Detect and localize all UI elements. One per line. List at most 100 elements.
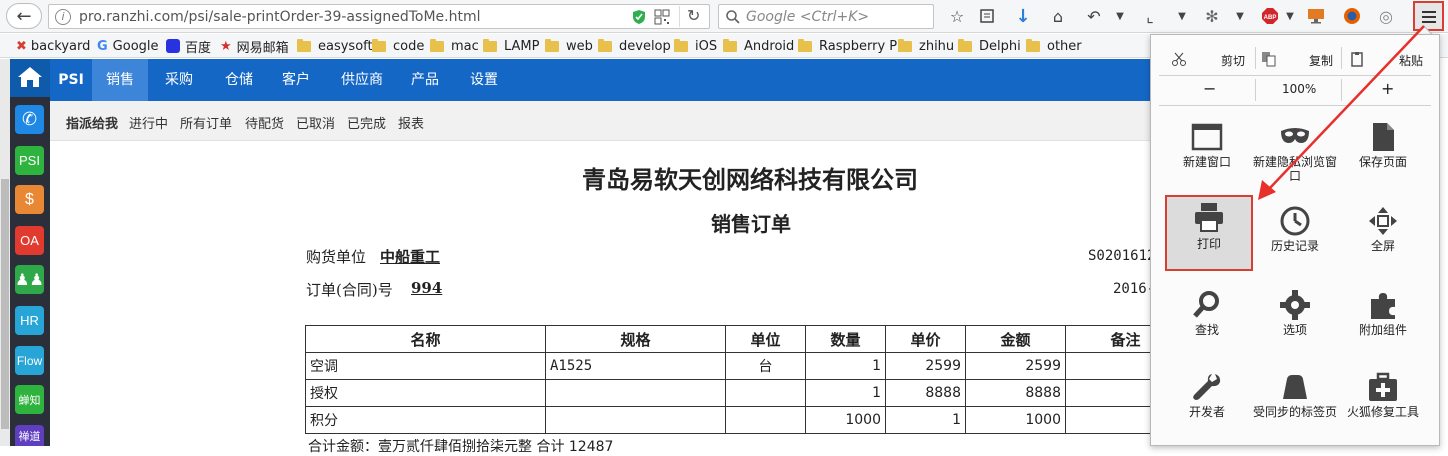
shield-icon[interactable] <box>631 9 647 25</box>
nav-settings[interactable]: 设置 <box>459 59 509 101</box>
total-row: 合计金额：壹万贰仟肆佰捌拾柒元整 合计 12487 <box>308 439 614 455</box>
bookmark-folder[interactable]: code <box>372 38 424 54</box>
nav-storage[interactable]: 仓储 <box>214 59 264 101</box>
cell-price: 8888 <box>885 379 966 407</box>
search-bar[interactable]: Google <Ctrl+K> <box>718 4 934 29</box>
info-icon[interactable]: i <box>55 9 71 25</box>
reading-list-icon[interactable] <box>975 4 999 28</box>
chevron-down-icon[interactable]: ▼ <box>1170 4 1194 28</box>
crop-icon[interactable]: ⌞ <box>1138 4 1162 28</box>
nav-product[interactable]: 产品 <box>400 59 450 101</box>
bookmark-folder[interactable]: other <box>1026 38 1082 54</box>
print-button[interactable]: 打印 <box>1165 195 1253 271</box>
bookmark-star-icon[interactable]: ☆ <box>945 4 969 28</box>
open-menu-button[interactable] <box>1413 1 1444 31</box>
chevron-down-icon[interactable]: ▼ <box>1108 4 1132 28</box>
new-window-button[interactable]: 新建窗口 <box>1163 115 1251 195</box>
zoom-in-button[interactable]: + <box>1381 79 1394 98</box>
oa-app-button[interactable]: OA <box>15 226 44 255</box>
reload-icon[interactable]: ↻ <box>687 6 700 25</box>
subnav-pending-delivery[interactable]: 待配货 <box>245 113 284 132</box>
folder-icon <box>430 38 444 52</box>
bookmark-item[interactable]: G Google <box>97 38 159 54</box>
nav-purchase[interactable]: 采购 <box>154 59 204 101</box>
order-number: S0201612 <box>1088 248 1156 264</box>
folder-icon <box>598 38 612 52</box>
chevron-down-icon[interactable]: ▼ <box>1278 4 1302 28</box>
home-icon[interactable]: ⌂ <box>1046 4 1070 28</box>
private-window-button[interactable]: 新建隐私浏览窗口 <box>1251 115 1339 195</box>
bookmark-item[interactable]: ★ 网易邮箱 <box>220 38 289 56</box>
addons-button[interactable]: 附加组件 <box>1339 283 1427 363</box>
cut-button[interactable]: 剪切 <box>1221 52 1245 69</box>
crm-app-button[interactable]: ♟♟ <box>15 265 44 294</box>
bookmark-folder[interactable]: Android <box>723 38 794 54</box>
target-icon[interactable]: ◎ <box>1374 4 1398 28</box>
bookmark-folder[interactable]: zhihu <box>898 38 954 54</box>
find-button[interactable]: 查找 <box>1163 283 1251 363</box>
page-scrollbar[interactable] <box>0 59 10 446</box>
subnav-report[interactable]: 报表 <box>398 113 424 132</box>
bookmark-folder[interactable]: LAMP <box>483 38 540 54</box>
home-button[interactable] <box>10 59 50 97</box>
subnav-finished[interactable]: 已完成 <box>347 113 386 132</box>
bookmark-folder[interactable]: mac <box>430 38 479 54</box>
cell-unit <box>725 379 806 407</box>
monitor-icon[interactable] <box>1304 4 1328 28</box>
download-icon[interactable]: ↓ <box>1011 4 1035 28</box>
bookmark-folder[interactable]: web <box>545 38 593 54</box>
options-button[interactable]: 选项 <box>1251 283 1339 363</box>
bookmark-folder[interactable]: iOS <box>674 38 717 54</box>
zoom-out-button[interactable]: − <box>1203 79 1216 98</box>
cell-qty: 1 <box>805 379 886 407</box>
zentao-app-button[interactable]: 禅道 <box>15 425 44 446</box>
extension-icon[interactable]: ✻ <box>1200 4 1224 28</box>
synced-tabs-button[interactable]: 受同步的标签页 <box>1251 365 1339 445</box>
folder-icon <box>545 38 559 52</box>
nav-customer[interactable]: 客户 <box>271 59 321 101</box>
browser-toolbar: ← i pro.ranzhi.com/psi/sale-printOrder-3… <box>0 0 1448 33</box>
copy-button[interactable]: 复制 <box>1309 52 1333 69</box>
chevron-down-icon[interactable]: ▼ <box>1228 4 1252 28</box>
folder-icon <box>1026 38 1040 52</box>
team-icon: ♟♟ <box>15 271 44 289</box>
back-button[interactable]: ← <box>6 3 42 29</box>
bookmark-folder[interactable]: easysoft <box>297 38 373 54</box>
subnav-all-orders[interactable]: 所有订单 <box>180 113 232 132</box>
subnav-in-progress[interactable]: 进行中 <box>129 113 168 132</box>
save-page-button[interactable]: 保存页面 <box>1339 115 1427 195</box>
firefox-icon[interactable] <box>1340 4 1364 28</box>
table-row: 空调 A1525 台 1 2599 2599 <box>305 352 1186 380</box>
zoom-reset-button[interactable]: 100% <box>1282 82 1316 96</box>
firefox-repair-button[interactable]: 火狐修复工具 <box>1339 365 1427 445</box>
nav-supplier[interactable]: 供应商 <box>332 59 392 101</box>
cash-app-button[interactable]: $ <box>15 185 44 214</box>
bookmark-item[interactable]: ✖ backyard <box>16 38 90 54</box>
flow-app-button[interactable]: Flow <box>15 346 44 375</box>
subnav-cancelled[interactable]: 已取消 <box>296 113 335 132</box>
subnav-assigned-to-me[interactable]: 指派给我 <box>66 113 118 132</box>
url-bar[interactable]: i pro.ranzhi.com/psi/sale-printOrder-39-… <box>48 4 710 29</box>
netease-icon: ★ <box>220 38 232 54</box>
developer-button[interactable]: 开发者 <box>1163 365 1251 445</box>
phone-app-button[interactable]: ✆ <box>15 105 44 134</box>
bookmark-item[interactable]: 百度 <box>166 38 211 56</box>
paste-button[interactable]: 粘贴 <box>1399 52 1423 69</box>
folder-icon <box>958 38 972 52</box>
undo-icon[interactable]: ↶ <box>1082 4 1106 28</box>
bookmark-folder[interactable]: Raspberry Pi <box>798 38 900 54</box>
scrollbar-thumb[interactable] <box>1 179 9 429</box>
bookmark-favicon-icon: ✖ <box>16 38 27 54</box>
nav-sales[interactable]: 销售 <box>92 59 148 101</box>
chanzhi-app-button[interactable]: 蝉知 <box>15 385 44 414</box>
cell-unit: 台 <box>725 352 806 380</box>
qr-code-icon[interactable] <box>654 9 670 25</box>
psi-app-button[interactable]: PSI <box>15 146 44 175</box>
history-button[interactable]: 历史记录 <box>1251 199 1339 279</box>
bookmark-folder[interactable]: develop <box>598 38 671 54</box>
hr-app-button[interactable]: HR <box>15 306 44 335</box>
bookmark-folder[interactable]: Delphi <box>958 38 1021 54</box>
cell-price: 2599 <box>885 352 966 380</box>
brand-label[interactable]: PSI <box>50 59 92 101</box>
fullscreen-button[interactable]: 全屏 <box>1339 199 1427 279</box>
